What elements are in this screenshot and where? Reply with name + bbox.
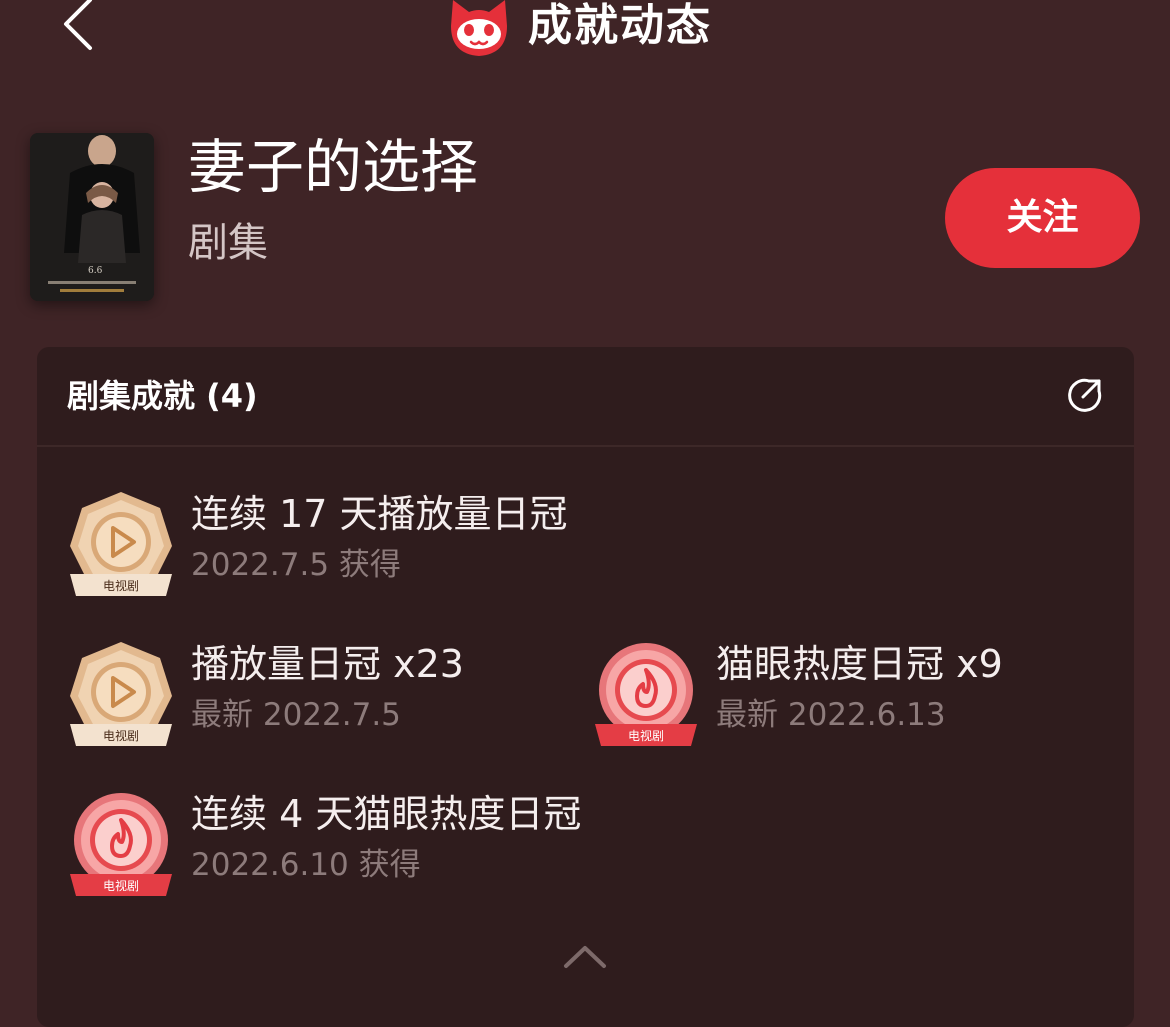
play-badge-icon: 电视剧 (70, 492, 172, 596)
page-title: 成就动态 (528, 0, 712, 51)
achievement-title: 连续 17 天播放量日冠 (191, 492, 568, 536)
play-badge-icon: 电视剧 (70, 642, 172, 746)
share-icon[interactable] (1067, 377, 1103, 413)
achievement-item[interactable]: 电视剧 连续 4 天猫眼热度日冠 2022.6.10 获得 (68, 790, 628, 900)
chevron-left-icon[interactable] (58, 0, 98, 54)
achievement-date: 最新 2022.7.5 (191, 697, 401, 733)
follow-button[interactable]: 关注 (945, 168, 1140, 268)
chevron-up-icon[interactable] (560, 940, 610, 974)
flame-badge-icon: 电视剧 (70, 793, 172, 896)
achievement-date: 2022.7.5 获得 (191, 547, 401, 583)
poster-image: 6.6 (30, 133, 154, 301)
flame-badge-icon: 电视剧 (595, 643, 697, 746)
svg-text:6.6: 6.6 (88, 266, 103, 276)
svg-text:电视剧: 电视剧 (628, 728, 664, 743)
achievement-title: 播放量日冠 x23 (191, 642, 464, 686)
achievement-item[interactable]: 电视剧 播放量日冠 x23 最新 2022.7.5 (68, 640, 568, 750)
achievements-header: 剧集成就 (4) (37, 347, 1134, 447)
svg-text:电视剧: 电视剧 (103, 728, 139, 743)
svg-text:电视剧: 电视剧 (103, 578, 139, 593)
svg-text:电视剧: 电视剧 (103, 878, 139, 893)
show-poster[interactable]: 6.6 (30, 133, 154, 301)
top-bar: 成就动态 (0, 0, 1170, 60)
achievement-item[interactable]: 电视剧 猫眼热度日冠 x9 最新 2022.6.13 (593, 640, 1113, 750)
achievement-date: 2022.6.10 获得 (191, 847, 421, 883)
achievement-date: 最新 2022.6.13 (716, 697, 946, 733)
achievement-title: 连续 4 天猫眼热度日冠 (191, 792, 582, 836)
show-type: 剧集 (188, 220, 268, 266)
achievements-title: 剧集成就 (4) (67, 377, 258, 415)
show-title: 妻子的选择 (188, 133, 479, 201)
achievement-title: 猫眼热度日冠 x9 (716, 642, 1003, 686)
achievement-item[interactable]: 电视剧 连续 17 天播放量日冠 2022.7.5 获得 (68, 490, 588, 600)
cat-logo-icon (451, 0, 507, 56)
